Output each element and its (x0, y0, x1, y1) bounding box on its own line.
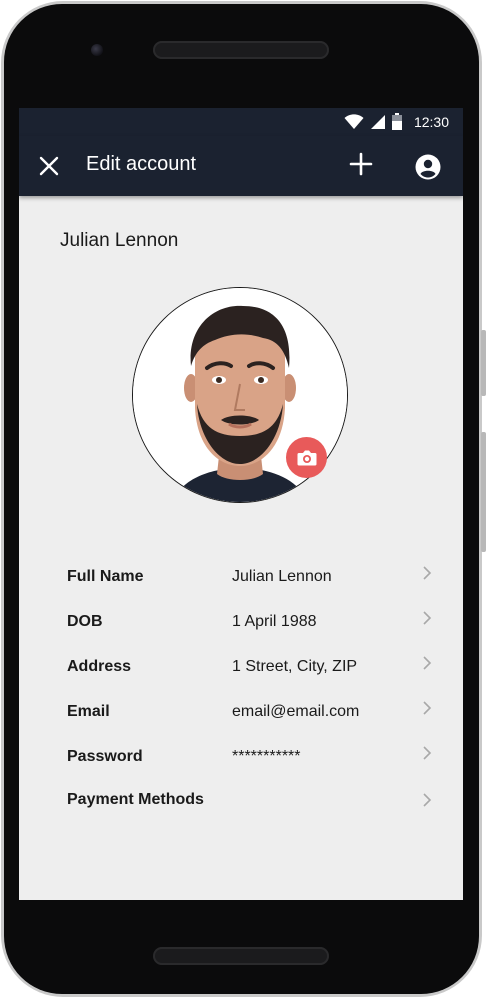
signal-icon (370, 114, 385, 129)
app-bar-title: Edit account (86, 153, 197, 175)
change-photo-button[interactable] (286, 437, 327, 478)
field-label: Password (67, 748, 143, 765)
add-icon (349, 152, 373, 176)
status-icons: 12:30 (344, 113, 449, 130)
camera-icon (297, 450, 316, 466)
chevron-right-icon (423, 793, 432, 807)
account-button[interactable] (415, 154, 441, 180)
field-full-name[interactable]: Full Name Julian Lennon (19, 557, 463, 597)
field-label: Payment Methods (67, 791, 204, 808)
battery-icon (391, 113, 402, 130)
field-email[interactable]: Email email@email.com (19, 692, 463, 732)
front-camera (91, 44, 103, 56)
field-value: *********** (232, 748, 301, 765)
chevron-right-icon (423, 611, 432, 625)
profile-name: Julian Lennon (60, 230, 179, 251)
field-dob[interactable]: DOB 1 April 1988 (19, 602, 463, 642)
field-label: DOB (67, 613, 103, 630)
chevron-right-icon (423, 566, 432, 580)
field-value: 1 Street, City, ZIP (232, 658, 358, 675)
field-value: 1 April 1988 (232, 613, 317, 630)
field-label: Email (67, 703, 110, 720)
chevron-right-icon (423, 656, 432, 670)
chevron-right-icon (423, 701, 432, 715)
avatar-container (132, 287, 348, 503)
close-icon (39, 156, 59, 176)
volume-button (481, 330, 486, 396)
field-label: Full Name (67, 568, 144, 585)
account-circle-icon (415, 154, 441, 180)
add-button[interactable] (349, 152, 373, 176)
field-address[interactable]: Address 1 Street, City, ZIP (19, 647, 463, 687)
status-time: 12:30 (413, 113, 449, 130)
app-bar: Edit account (19, 136, 463, 196)
top-speaker (153, 41, 329, 59)
field-value: Julian Lennon (232, 568, 332, 585)
power-button (481, 432, 486, 552)
close-button[interactable] (37, 154, 61, 178)
bottom-speaker (153, 947, 329, 965)
field-value: email@email.com (232, 703, 360, 720)
field-label: Address (67, 658, 132, 675)
screen: 12:30 Edit account Julian Lennon Full Na… (19, 108, 463, 900)
wifi-icon (344, 113, 364, 129)
field-payment-methods[interactable]: Payment Methods (19, 780, 463, 820)
chevron-right-icon (423, 746, 432, 760)
field-password[interactable]: Password *********** (19, 737, 463, 777)
status-bar: 12:30 (19, 108, 463, 136)
